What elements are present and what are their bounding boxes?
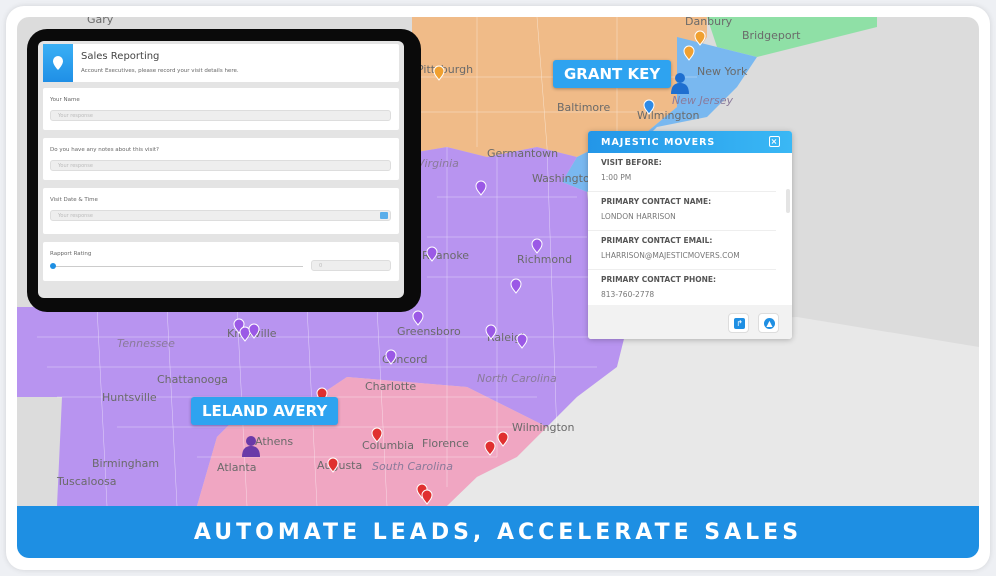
map-pin-icon[interactable]	[412, 310, 424, 326]
map-pin-icon[interactable]	[248, 323, 260, 339]
close-icon[interactable]: ×	[769, 136, 780, 147]
field-label: Your Name	[50, 97, 80, 103]
popup-scrollbar[interactable]	[786, 189, 790, 213]
field-key: PRIMARY CONTACT NAME:	[601, 197, 712, 206]
directions-button[interactable]: ↱	[728, 313, 749, 333]
your-name-input[interactable]: Your response	[50, 110, 391, 121]
map-pin-icon[interactable]	[426, 246, 438, 262]
field-value: LONDON HARRISON	[601, 212, 676, 221]
rep-person-icon[interactable]	[670, 72, 690, 94]
rep-label-leland-avery[interactable]: LELAND AVERY	[191, 397, 339, 425]
location-popup: MAJESTIC MOVERS × VISIT BEFORE: 1:00 PM PR…	[588, 131, 792, 339]
field-value: 1:00 PM	[601, 173, 632, 182]
form-title: Sales Reporting	[81, 51, 160, 62]
map-pin-icon[interactable]	[421, 489, 433, 505]
navigate-button[interactable]: ▲	[758, 313, 779, 333]
field-value: 813-760-2778	[601, 290, 655, 299]
field-key: VISIT BEFORE:	[601, 158, 662, 167]
form-header: Sales Reporting Account Executives, plea…	[43, 44, 399, 82]
field-visit-date: Visit Date & Time Your response	[43, 188, 399, 234]
banner: AUTOMATE LEADS, ACCELERATE SALES	[17, 506, 979, 558]
field-key: PRIMARY CONTACT PHONE:	[601, 275, 717, 284]
map-pin-icon[interactable]	[484, 440, 496, 456]
field-your-name: Your Name Your response	[43, 88, 399, 130]
map-pin-icon[interactable]	[516, 333, 528, 349]
navigate-icon: ▲	[764, 318, 775, 329]
field-key: PRIMARY CONTACT EMAIL:	[601, 236, 713, 245]
field-label: Do you have any notes about this visit?	[50, 147, 159, 153]
rep-label-grant-key[interactable]: GRANT KEY	[553, 60, 672, 88]
map-pin-icon[interactable]	[683, 45, 695, 61]
field-label: Visit Date & Time	[50, 197, 98, 203]
map-pin-icon[interactable]	[643, 99, 655, 115]
map-pin-icon[interactable]	[239, 326, 251, 342]
map-pin-icon[interactable]	[694, 30, 706, 46]
map-pin-icon[interactable]	[475, 180, 487, 196]
sales-reporting-form: Sales Reporting Account Executives, plea…	[38, 41, 404, 298]
location-pin-icon	[43, 44, 73, 82]
map-pin-icon[interactable]	[433, 65, 445, 81]
map-pin-icon[interactable]	[327, 457, 339, 473]
map-pin-icon[interactable]	[497, 431, 509, 447]
directions-icon: ↱	[734, 318, 745, 329]
map-pin-icon[interactable]	[510, 278, 522, 294]
form-subtitle: Account Executives, please record your v…	[81, 68, 239, 74]
visit-date-input[interactable]: Your response	[50, 210, 391, 221]
notes-input[interactable]: Your response	[50, 160, 391, 171]
field-notes: Do you have any notes about this visit? …	[43, 138, 399, 180]
map-pin-icon[interactable]	[371, 427, 383, 443]
calendar-icon[interactable]	[380, 212, 388, 219]
slider-handle[interactable]	[50, 263, 56, 269]
map-pin-icon[interactable]	[531, 238, 543, 254]
popup-footer: ↱ ▲	[588, 305, 792, 339]
map-pin-icon[interactable]	[485, 324, 497, 340]
field-rapport-rating: Rapport Rating 0	[43, 242, 399, 281]
tablet-device: Sales Reporting Account Executives, plea…	[27, 29, 421, 312]
map-pin-icon[interactable]	[385, 349, 397, 365]
field-label: Rapport Rating	[50, 251, 92, 257]
rating-value[interactable]: 0	[311, 260, 391, 271]
popup-title: MAJESTIC MOVERS	[601, 137, 716, 148]
rep-person-icon[interactable]	[241, 435, 261, 457]
rating-slider[interactable]	[53, 266, 303, 267]
field-value: LHARRISON@MAJESTICMOVERS.COM	[601, 251, 740, 260]
